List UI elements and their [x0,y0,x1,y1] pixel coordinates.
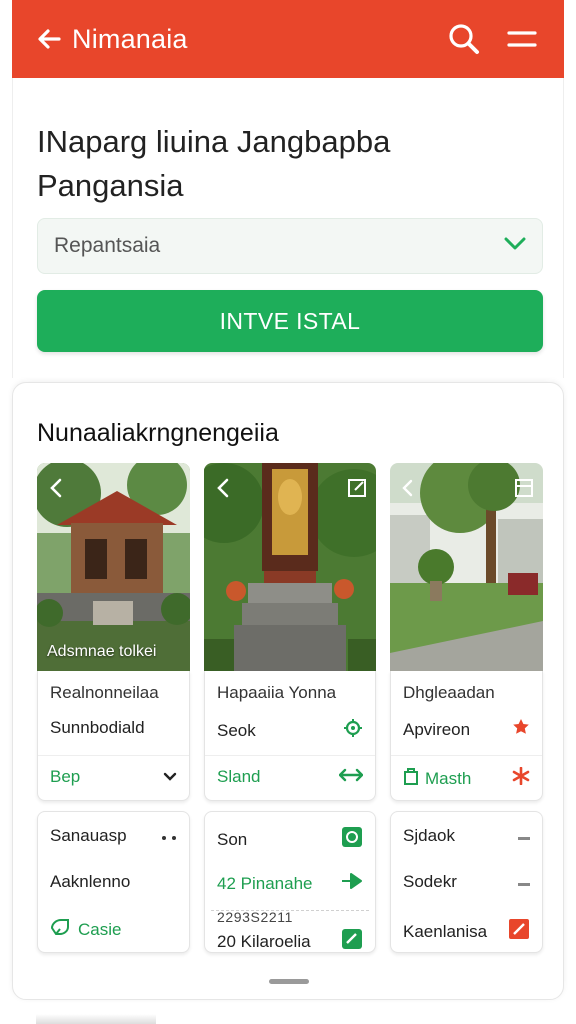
chevron-down-icon [504,237,526,256]
detail-title: Sjdaok [403,826,455,845]
divider [391,755,542,756]
asterisk-icon [512,766,530,790]
garden-photo[interactable] [390,463,543,671]
detail-action-label: Casie [78,919,122,939]
result-column-1: Adsmnae tolkei Realnonneilaa Sunnbodiald… [37,463,190,953]
detail-title: Sanauasp [50,826,127,845]
dash-icon [518,872,530,892]
detail-price: 42 Pinanahe [217,873,313,893]
page-heading: INaparg liuina Jangbapba Pangansia [37,120,537,208]
detail-card[interactable]: Son 42 Pinanahe 2293S2211 20 Kilaroelia [204,811,376,953]
more-dots-icon[interactable] [161,826,177,846]
search-icon[interactable] [442,17,486,61]
primary-button[interactable]: INTVE ISTAL [37,290,543,352]
result-action[interactable]: Bep [50,767,177,787]
subtitle-text: Apvireon [403,719,471,739]
star-icon[interactable] [512,718,530,741]
result-subtitle: Sunnbodiald [50,718,177,738]
result-action[interactable]: Masth [403,766,530,790]
detail-card[interactable]: Sjdaok Sodekr Kaenlanisa [390,811,543,953]
tag-icon [50,918,70,941]
results-sheet: Nunaaliakrngnengeiia Adsmnae tolkei Real… [12,382,564,1000]
detail-subtitle: Aaknlenno [50,872,131,891]
result-column-3: Dhgleaadan Apvireon Masth Sjdaok Sodekr … [390,463,543,953]
detail-card[interactable]: Sanauasp Aaknlenno Casie [37,811,190,953]
result-info-card[interactable]: Dhgleaadan Apvireon Masth [390,671,543,801]
chevron-down-icon [163,767,177,787]
sheet-drag-handle[interactable] [269,979,309,984]
divider [205,755,375,756]
chevron-left-icon[interactable] [43,475,69,501]
app-title: Nimanaia [72,23,188,54]
temple-house-photo[interactable]: Adsmnae tolkei [37,463,190,671]
send-icon[interactable] [341,872,363,895]
detail-title: Son [217,829,248,849]
divider [38,755,189,756]
app-bar: Nimanaia [12,0,564,78]
select-value: Repantsaia [54,234,161,257]
section-title: Nunaaliakrngnengeiia [37,419,279,447]
action-label: Masth [425,768,472,788]
result-title: Dhgleaadan [403,683,495,702]
result-info-card[interactable]: Hapaaiia Yonna Seok Sland [204,671,376,801]
dash-icon [518,826,530,846]
result-column-2: Hapaaiia Yonna Seok Sland Son 42 Pinanah… [204,463,376,953]
result-title: Hapaaiia Yonna [217,683,337,702]
category-select[interactable]: Repantsaia [37,218,543,274]
detail-action[interactable]: Casie [50,918,121,941]
subtitle-text: Sunnbodiald [50,718,145,737]
result-title: Realnonneilaa [50,683,159,702]
result-subtitle: Apvireon [403,718,530,741]
heading-line-1: INaparg liuina Jangbapba [37,124,391,159]
detail-location: Kaenlanisa [403,921,488,941]
form-panel: INaparg liuina Jangbapba Pangansia Repan… [12,78,564,378]
heading-line-2: Pangansia [37,168,184,203]
settings-icon[interactable] [343,718,363,743]
detail-location: 20 Kilaroelia [217,931,311,951]
arrow-left-icon[interactable] [32,22,66,56]
shrine-photo[interactable] [204,463,376,671]
undo-icon[interactable] [396,475,422,501]
action-label: Bep [50,767,81,786]
result-action[interactable]: Sland [217,767,364,787]
gallery-icon[interactable] [511,475,537,501]
subtitle-text: Seok [217,720,256,740]
next-section-peek [36,1014,156,1024]
expand-icon[interactable] [344,475,370,501]
swap-arrows-icon [338,767,364,787]
result-subtitle: Seok [217,718,363,743]
info-badge-icon[interactable] [341,826,363,853]
edit-badge-icon[interactable] [508,918,530,945]
photo-caption: Adsmnae tolkei [47,643,157,660]
detail-code: 2293S2211 [217,909,293,925]
detail-subtitle: Sodekr [403,872,457,891]
chevron-left-icon[interactable] [210,475,236,501]
menu-icon[interactable] [500,17,544,61]
result-info-card[interactable]: Realnonneilaa Sunnbodiald Bep [37,671,190,801]
edit-badge-icon[interactable] [341,928,363,955]
action-label: Sland [217,767,261,786]
bag-icon [403,767,419,790]
